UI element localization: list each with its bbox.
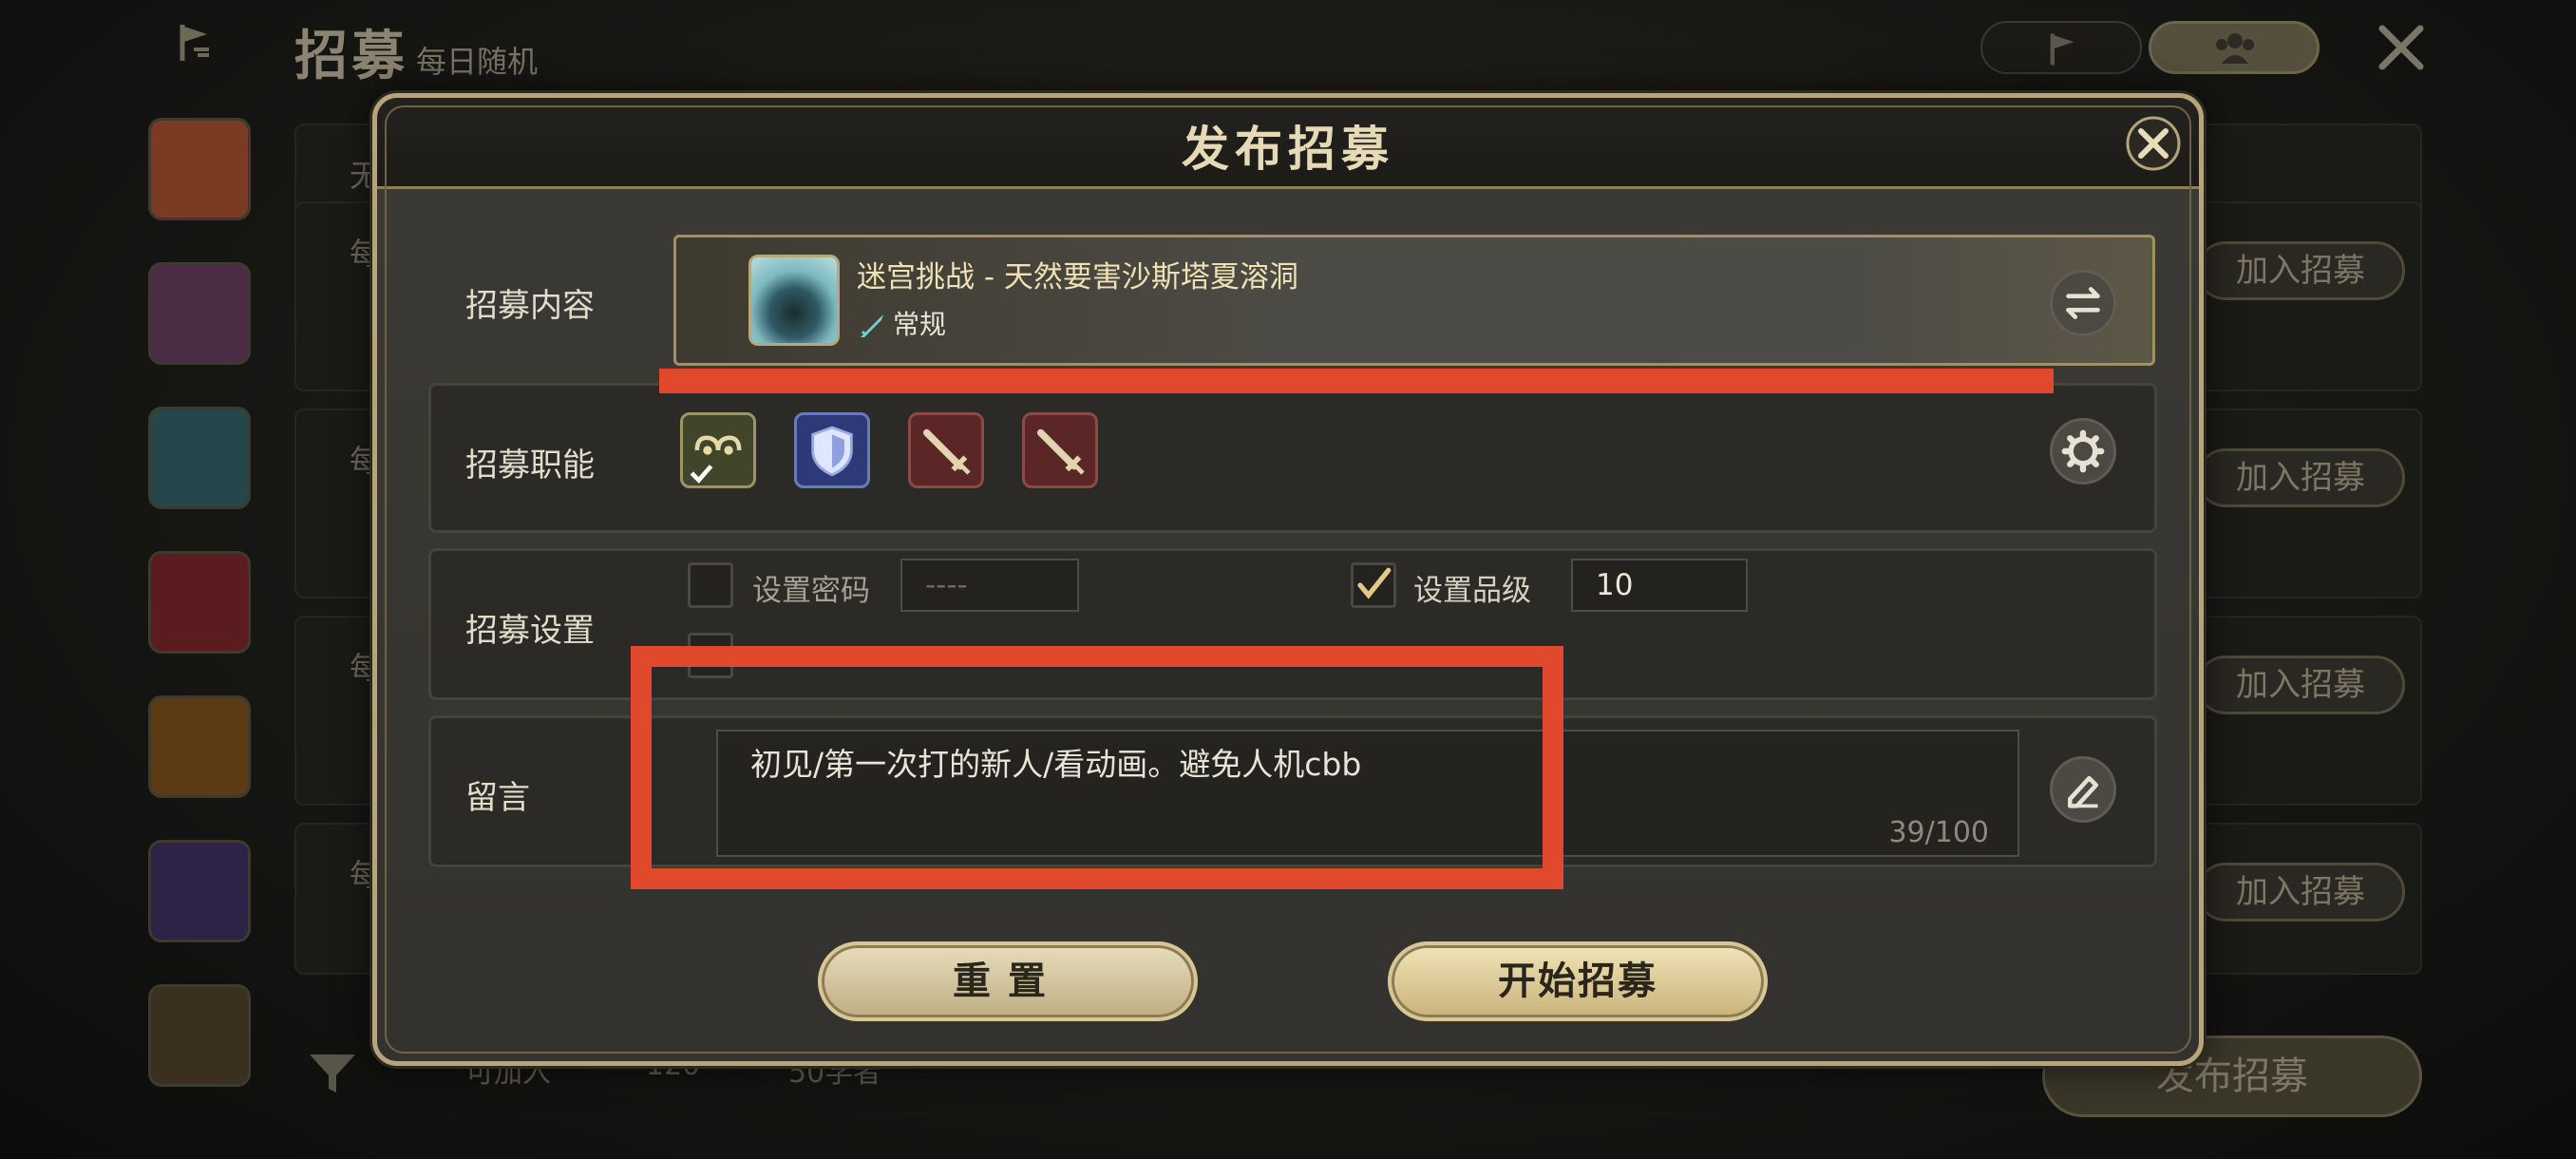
item-level-field[interactable]: 10: [1571, 559, 1748, 612]
join-button[interactable]: 加入招募: [2196, 241, 2405, 300]
dps-icon[interactable]: [908, 412, 984, 488]
background-topbar: 招募 每日随机: [0, 0, 2576, 95]
dungeon-mode: 常规: [857, 304, 946, 342]
join-button[interactable]: 加入招募: [2196, 656, 2405, 714]
close-icon[interactable]: [2375, 21, 2428, 74]
item-level-checkbox[interactable]: [1351, 562, 1396, 608]
tank-icon[interactable]: [794, 412, 870, 488]
tab-my-recruit[interactable]: [1980, 21, 2142, 74]
gear-icon[interactable]: [2050, 418, 2116, 484]
password-label: 设置密码: [752, 574, 870, 608]
healer-icon[interactable]: [680, 412, 756, 488]
password-field[interactable]: ----: [900, 559, 1079, 612]
publish-recruit-dialog: 发布招募 招募内容 迷宫挑战 - 天然要害沙斯塔夏溶洞 常规 招募职能 招募设置…: [372, 93, 2204, 1066]
dialog-header: 发布招募: [377, 98, 2199, 189]
join-button[interactable]: 加入招募: [2196, 448, 2405, 507]
dps-icon[interactable]: [1022, 412, 1098, 488]
tab-party[interactable]: [2149, 21, 2320, 74]
flag-icon[interactable]: [177, 21, 215, 65]
sword-icon: [857, 311, 887, 341]
start-recruit-button[interactable]: 开始招募: [1388, 941, 1768, 1021]
reset-button[interactable]: 重置: [818, 941, 1198, 1021]
section-roles: 招募职能: [428, 383, 2157, 533]
settings-label: 招募设置: [465, 612, 595, 650]
annotation-underline: [659, 369, 2054, 393]
message-label: 留言: [465, 779, 530, 817]
chat-icon[interactable]: [148, 118, 251, 220]
item-level-label: 设置品级: [1413, 574, 1531, 608]
content-label: 招募内容: [465, 287, 595, 325]
background-sidebar: [142, 114, 256, 1159]
join-button[interactable]: 加入招募: [2196, 863, 2405, 922]
page-subtitle: 每日随机: [416, 44, 539, 80]
pvp-icon[interactable]: [148, 840, 251, 942]
question-icon[interactable]: [148, 262, 251, 365]
raid-icon[interactable]: [148, 551, 251, 654]
dialog-title: 发布招募: [1182, 122, 1394, 177]
filter-icon[interactable]: [304, 1045, 361, 1102]
page-title: 招募: [294, 26, 408, 87]
dungeon-name: 迷宫挑战 - 天然要害沙斯塔夏溶洞: [857, 260, 1298, 294]
password-checkbox[interactable]: [688, 562, 733, 608]
dungeon-thumbnail: [748, 255, 840, 346]
roles-label: 招募职能: [465, 446, 595, 484]
swap-icon[interactable]: [2050, 270, 2116, 336]
annotation-box: [631, 646, 1563, 889]
trial-icon[interactable]: [148, 695, 251, 798]
dungeon-icon[interactable]: [148, 407, 251, 509]
edit-icon[interactable]: [2050, 756, 2116, 823]
alert-icon[interactable]: [148, 984, 251, 1087]
checkmark-icon: [1357, 567, 1392, 599]
close-icon[interactable]: [2125, 115, 2182, 172]
dungeon-selector[interactable]: 迷宫挑战 - 天然要害沙斯塔夏溶洞 常规: [673, 235, 2155, 366]
character-count: 39/100: [1888, 816, 1989, 849]
